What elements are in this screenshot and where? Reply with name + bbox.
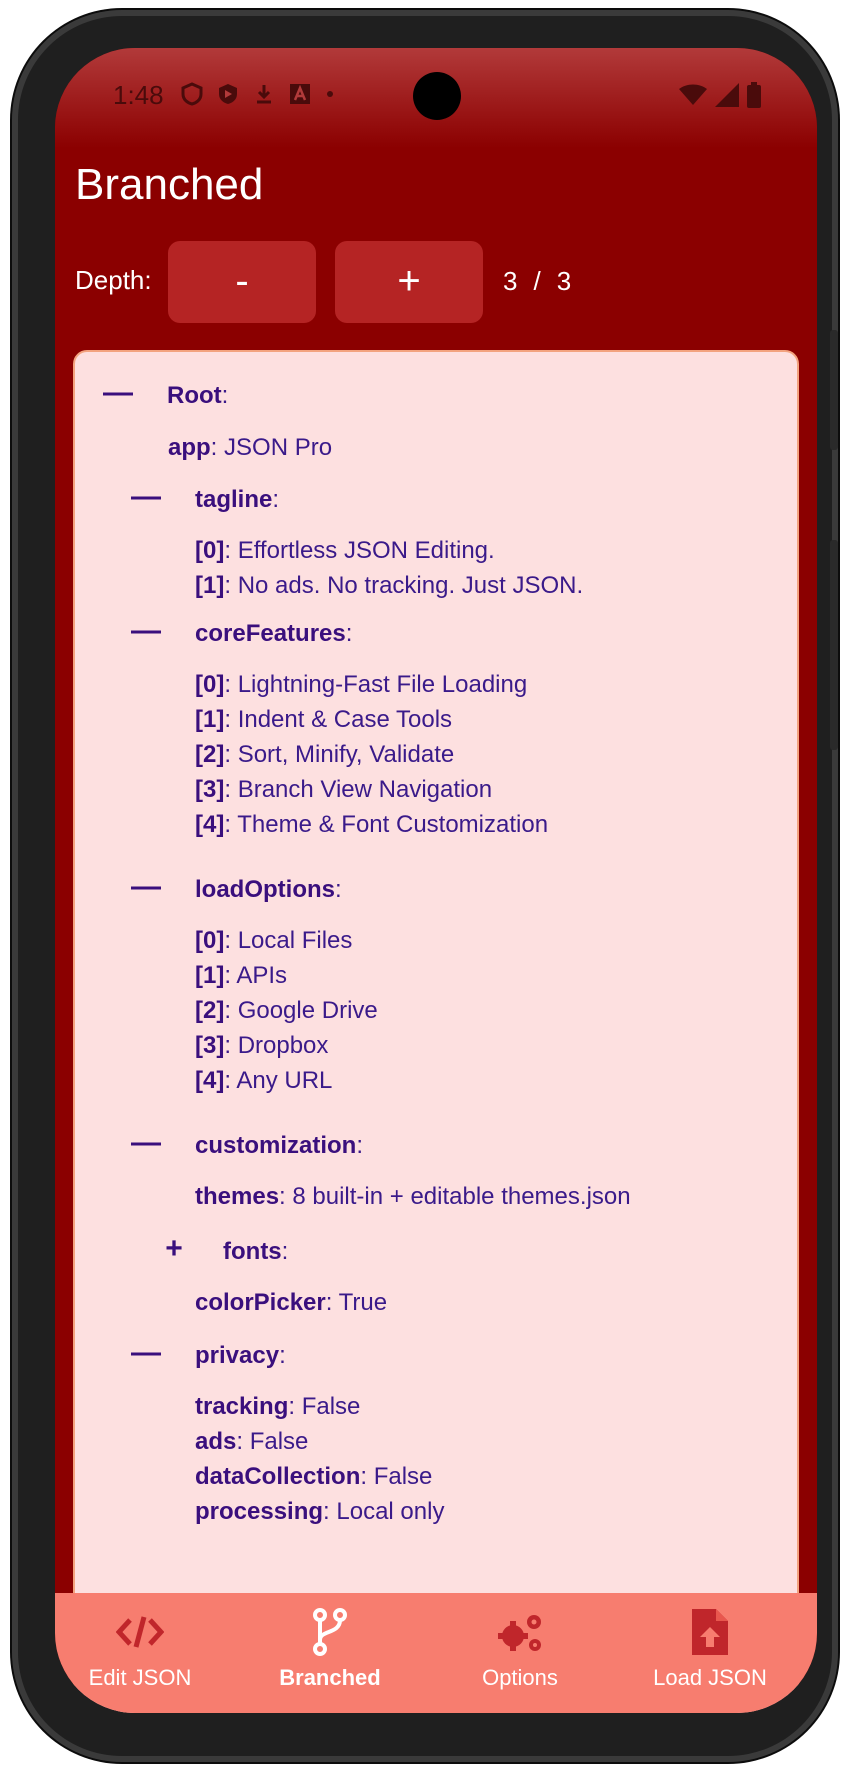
depth-max: 3 (556, 266, 572, 296)
tree-node: [1]: No ads. No tracking. Just JSON. (195, 572, 584, 599)
expand-toggle[interactable]: + (159, 1232, 189, 1266)
tree-node: processing: Local only (195, 1498, 445, 1525)
collapse-toggle[interactable]: — (131, 870, 161, 904)
tree-node: [0]: Lightning-Fast File Loading (195, 671, 528, 698)
collapse-toggle[interactable]: — (103, 376, 133, 410)
font-icon (290, 84, 310, 104)
tree-node: tagline: (195, 486, 280, 513)
tree-node: [3]: Branch View Navigation (195, 776, 493, 803)
branch-icon (313, 1608, 347, 1656)
tree-node: [2]: Google Drive (195, 997, 378, 1024)
code-icon (116, 1616, 164, 1648)
gears-icon (498, 1615, 541, 1651)
tree-node: privacy: (195, 1342, 286, 1369)
collapse-toggle[interactable]: — (131, 1126, 161, 1160)
nav-options[interactable]: Options (425, 1607, 615, 1691)
depth-current: 3 (503, 266, 518, 296)
power-button (830, 540, 838, 750)
tree-node: Root: (167, 382, 229, 409)
nav-label: Load JSON (653, 1665, 767, 1690)
tree-node: fonts: (223, 1238, 289, 1265)
tree-node: [4]: Theme & Font Customization (195, 811, 549, 838)
tree-node: themes: 8 built-in + editable themes.jso… (195, 1183, 631, 1210)
signal-icon (715, 83, 739, 107)
phone-frame: 1:48 Branched Depth: - + 3 / 3 — Root: a… (12, 10, 838, 1762)
nav-label: Edit JSON (88, 1665, 192, 1690)
tree-node: dataCollection: False (195, 1463, 433, 1490)
volume-button (830, 330, 838, 450)
front-camera (413, 72, 461, 120)
tree-node: [0]: Local Files (195, 927, 353, 954)
play-shield-icon (219, 84, 237, 104)
depth-counter: 3 / 3 (503, 266, 571, 297)
tree-node: app: JSON Pro (168, 434, 333, 461)
page-title: Branched (75, 160, 264, 209)
dot-icon (327, 91, 333, 97)
depth-separator: / (533, 266, 541, 296)
tree-node: coreFeatures: (195, 620, 353, 647)
nav-label: Options (482, 1665, 558, 1690)
download-icon (257, 85, 271, 104)
collapse-toggle[interactable]: — (131, 614, 161, 648)
tree-node: [0]: Effortless JSON Editing. (195, 537, 495, 564)
depth-decrease-button[interactable]: - (168, 241, 316, 323)
battery-icon (747, 82, 761, 108)
tree-node: [1]: APIs (195, 962, 288, 989)
tree-node: colorPicker: True (195, 1289, 388, 1316)
tree-node: loadOptions: (195, 876, 342, 903)
status-time: 1:48 (113, 80, 164, 110)
file-upload-icon (692, 1609, 728, 1655)
notification-icons (181, 82, 335, 106)
wifi-icon (679, 84, 707, 105)
tree-node: [1]: Indent & Case Tools (195, 706, 453, 733)
collapse-toggle[interactable]: — (131, 1336, 161, 1370)
nav-edit-json[interactable]: Edit JSON (55, 1607, 235, 1691)
tree-node: [3]: Dropbox (195, 1032, 329, 1059)
tree-node: [4]: Any URL (195, 1067, 333, 1094)
tree-node: ads: False (195, 1428, 309, 1455)
json-tree: — Root: app: JSON Pro — tagline: [0]: Ef… (73, 350, 799, 1713)
nav-label: Branched (279, 1665, 381, 1690)
shield-icon (181, 82, 203, 106)
nav-branched[interactable]: Branched (235, 1607, 425, 1691)
tree-node: tracking: False (195, 1393, 361, 1420)
depth-increase-button[interactable]: + (335, 241, 483, 323)
depth-label: Depth: (75, 265, 152, 295)
app-screen: 1:48 Branched Depth: - + 3 / 3 — Root: a… (55, 48, 817, 1713)
bottom-navigation: Edit JSON Branched Options Load JSON (55, 1593, 817, 1713)
nav-load-json[interactable]: Load JSON (615, 1607, 805, 1691)
system-icons (679, 82, 761, 108)
status-bar: 1:48 (55, 48, 817, 148)
tree-node: customization: (195, 1132, 364, 1159)
tree-node: [2]: Sort, Minify, Validate (195, 741, 455, 768)
collapse-toggle[interactable]: — (131, 480, 161, 514)
